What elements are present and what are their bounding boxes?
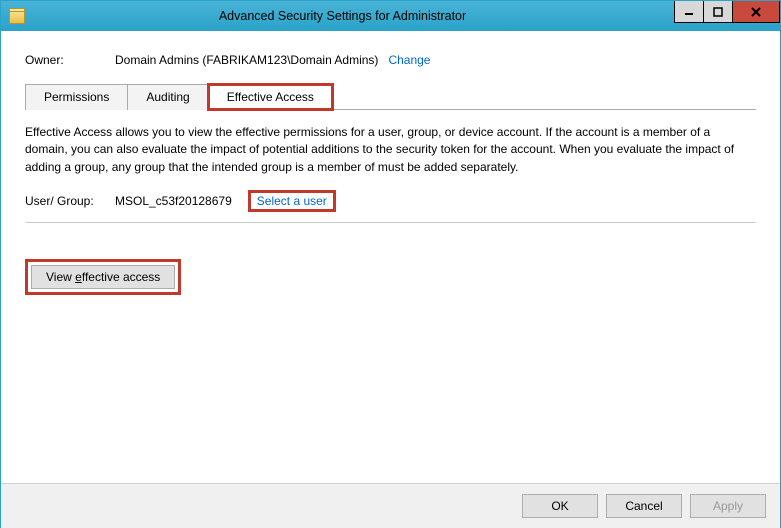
dialog-content: Owner: Domain Admins (FABRIKAM123\Domain… xyxy=(1,31,780,305)
change-owner-link[interactable]: Change xyxy=(388,53,430,67)
minimize-button[interactable] xyxy=(674,1,704,23)
minimize-icon xyxy=(684,7,694,17)
user-group-row: User/ Group: MSOL_c53f20128679 Select a … xyxy=(25,190,756,212)
tab-permissions[interactable]: Permissions xyxy=(25,84,128,110)
close-icon xyxy=(750,6,762,18)
separator xyxy=(25,222,756,223)
tab-auditing[interactable]: Auditing xyxy=(127,84,208,110)
user-group-value: MSOL_c53f20128679 xyxy=(115,194,232,208)
view-effective-access-button[interactable]: View effective access xyxy=(31,265,175,289)
window-controls xyxy=(675,1,780,23)
tab-strip: Permissions Auditing Effective Access xyxy=(25,83,756,110)
ok-button[interactable]: OK xyxy=(522,494,598,518)
owner-label: Owner: xyxy=(25,53,115,67)
cancel-button[interactable]: Cancel xyxy=(606,494,682,518)
window-title: Advanced Security Settings for Administr… xyxy=(25,9,780,23)
close-button[interactable] xyxy=(732,1,780,23)
dialog-footer: OK Cancel Apply xyxy=(1,483,780,528)
maximize-button[interactable] xyxy=(703,1,733,23)
apply-button[interactable]: Apply xyxy=(690,494,766,518)
select-user-link[interactable]: Select a user xyxy=(248,190,336,212)
owner-value: Domain Admins (FABRIKAM123\Domain Admins… xyxy=(115,53,378,67)
owner-row: Owner: Domain Admins (FABRIKAM123\Domain… xyxy=(25,53,756,67)
effective-access-description: Effective Access allows you to view the … xyxy=(25,124,756,176)
title-bar: Advanced Security Settings for Administr… xyxy=(1,1,780,31)
view-effective-access-highlight: View effective access xyxy=(25,259,181,295)
maximize-icon xyxy=(713,7,723,17)
tab-effective-access[interactable]: Effective Access xyxy=(208,84,333,110)
folder-icon xyxy=(9,8,25,24)
user-group-label: User/ Group: xyxy=(25,194,115,208)
